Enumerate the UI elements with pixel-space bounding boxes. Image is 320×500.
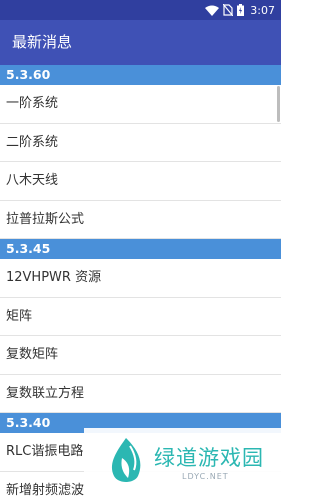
list-item[interactable]: 二阶系统: [0, 124, 281, 162]
list-item[interactable]: 拉普拉斯公式: [0, 201, 281, 239]
status-icons: 3:07: [205, 2, 275, 18]
list-item[interactable]: 八木天线: [0, 162, 281, 201]
watermark-domain: LDYC.NET: [182, 472, 229, 481]
version-header: 5.3.60: [0, 65, 281, 85]
app-bar: 最新消息: [0, 20, 281, 65]
list-item[interactable]: 矩阵: [0, 298, 281, 336]
wifi-icon: [205, 5, 220, 16]
battery-icon: [237, 4, 245, 16]
list-item[interactable]: 复数矩阵: [0, 336, 281, 375]
no-sim-icon: [223, 4, 234, 16]
watermark: 绿道游戏园 LDYC.NET: [84, 428, 281, 500]
watermark-name: 绿道游戏园: [154, 446, 264, 470]
version-header: 5.3.45: [0, 239, 281, 259]
status-time: 3:07: [250, 3, 275, 17]
list-item[interactable]: 复数联立方程: [0, 375, 281, 413]
leaf-logo-icon: [111, 438, 141, 482]
page-title: 最新消息: [12, 33, 73, 51]
list-item[interactable]: 一阶系统: [0, 85, 281, 124]
status-bar: 3:07: [0, 0, 281, 20]
scrollbar[interactable]: [277, 86, 280, 122]
list-item[interactable]: 12VHPWR 资源: [0, 259, 281, 298]
